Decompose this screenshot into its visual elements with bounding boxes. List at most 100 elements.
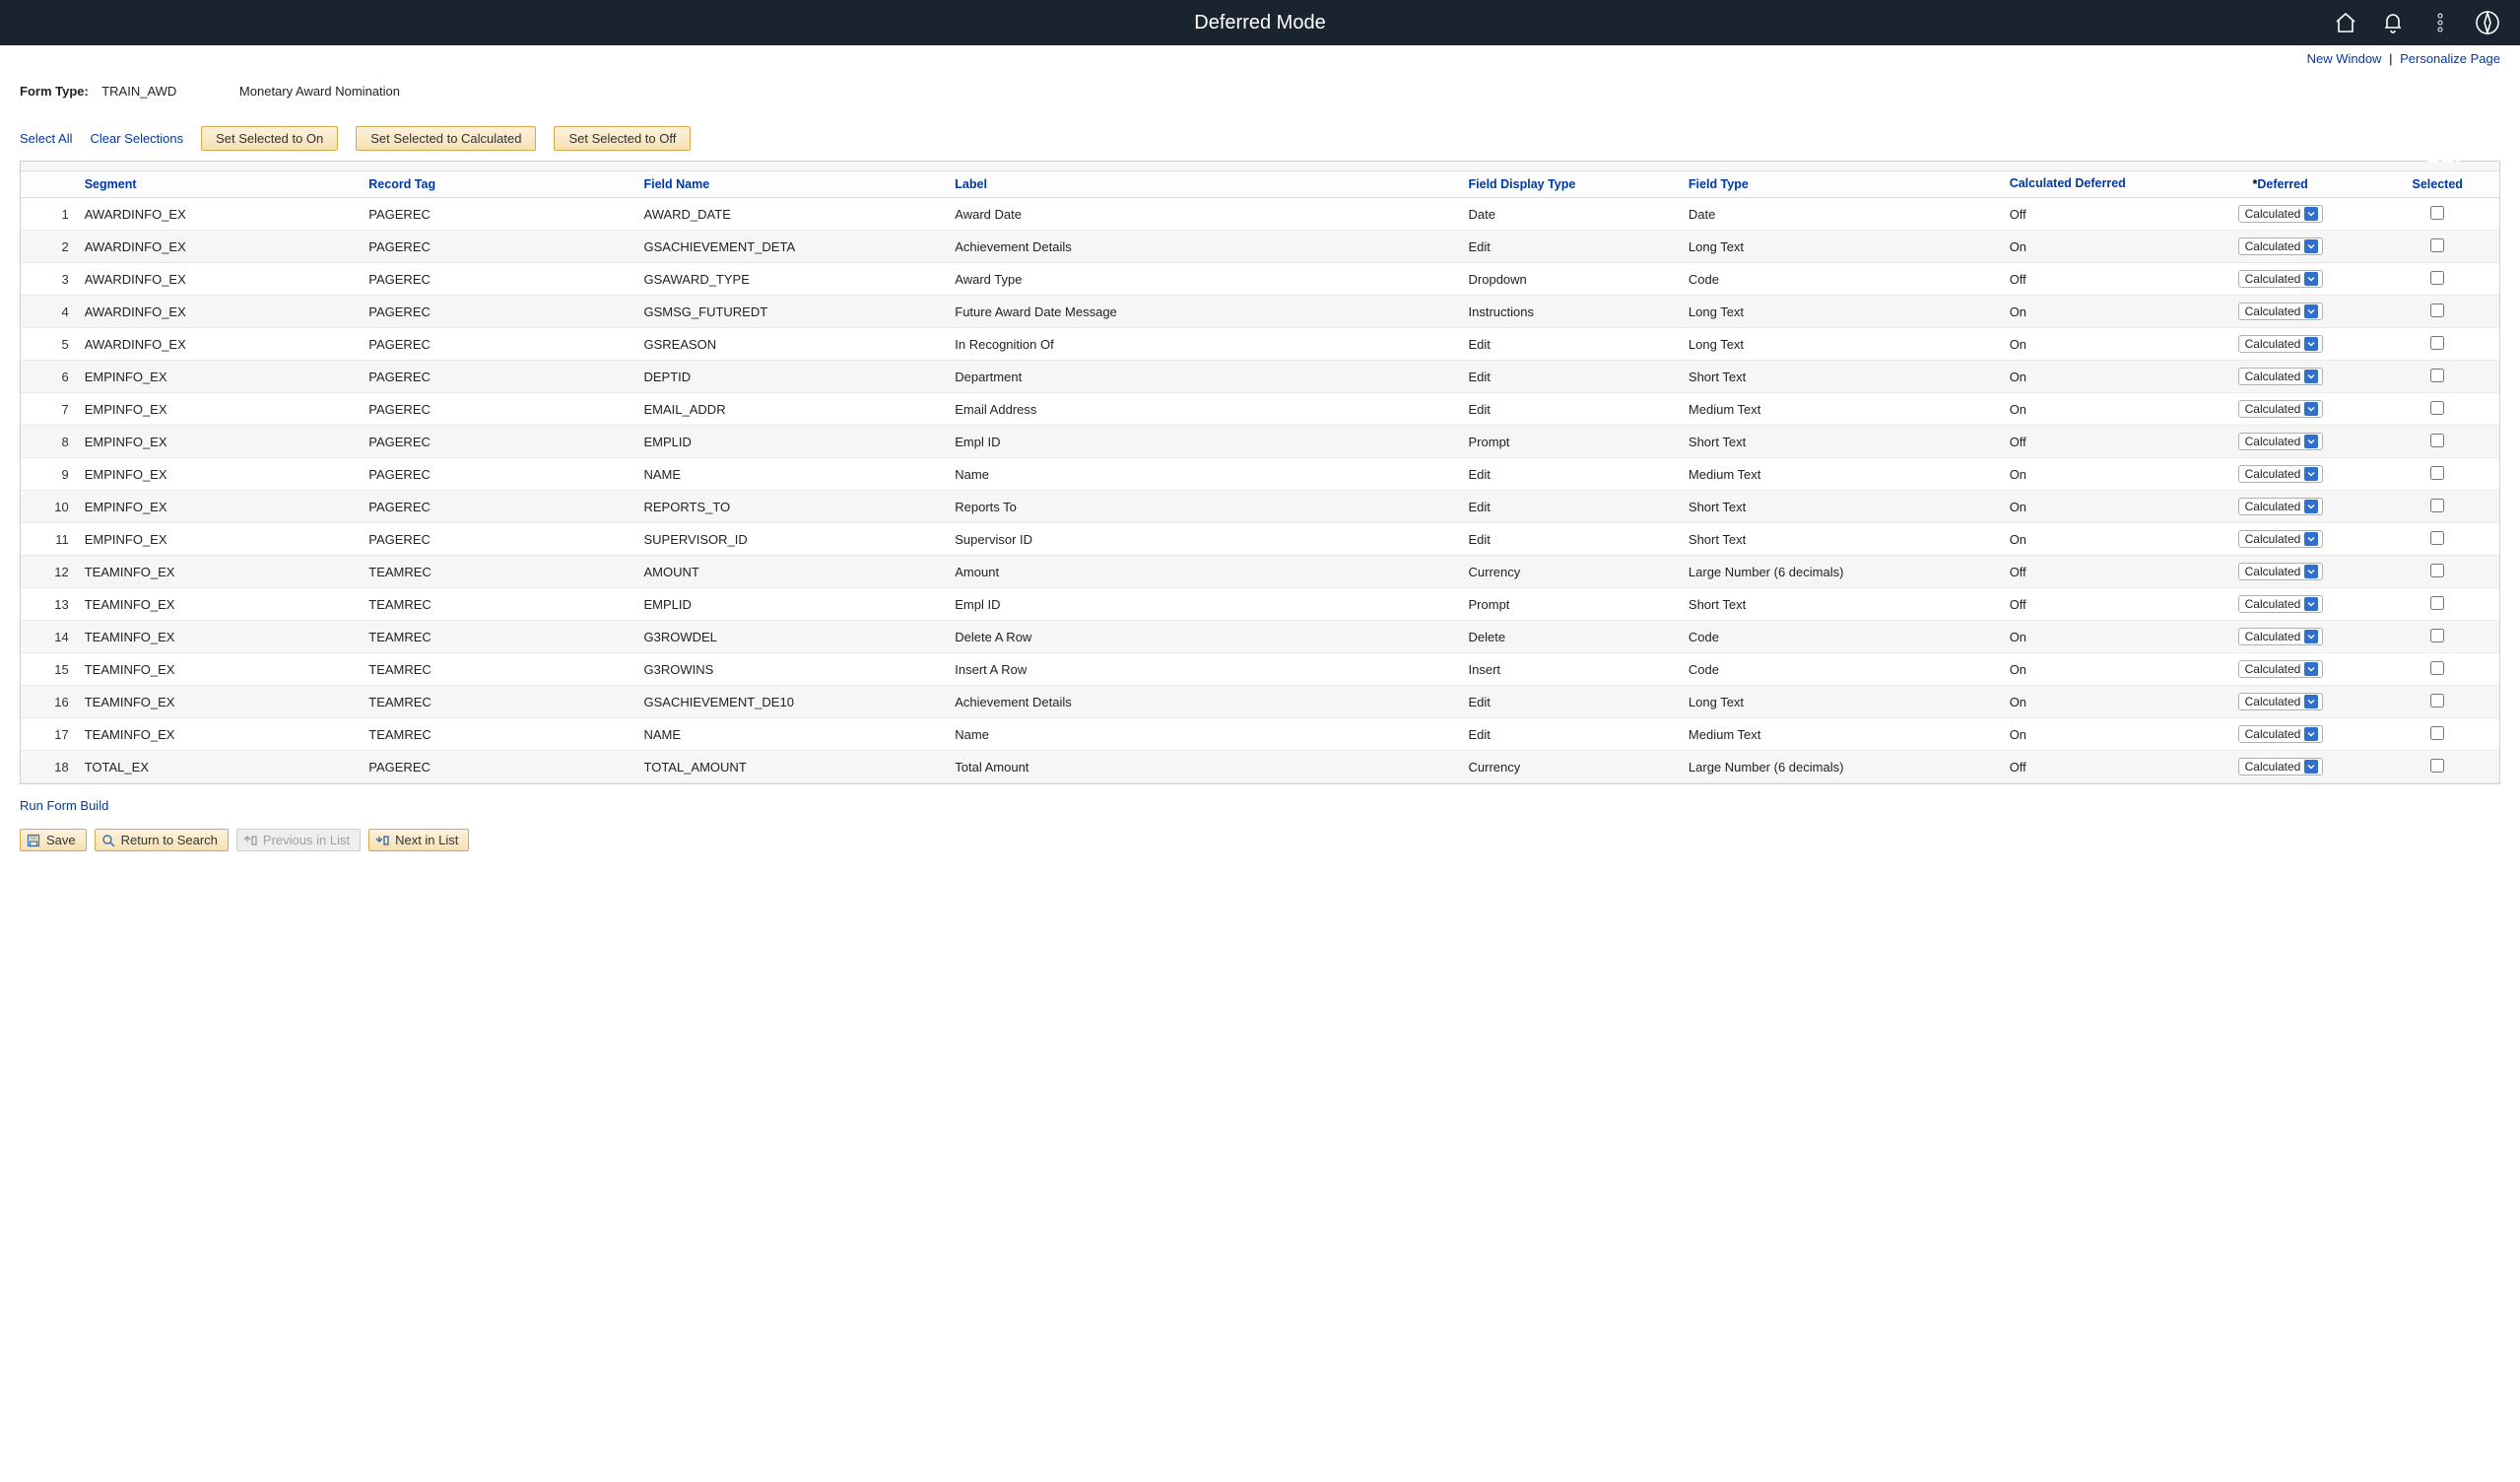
cell-segment: TEAMINFO_EX [77, 621, 362, 653]
cell-selected [2375, 491, 2499, 523]
deferred-select[interactable]: Calculated [2238, 270, 2323, 288]
select-all-link[interactable]: Select All [20, 131, 72, 146]
deferred-value: Calculated [2245, 630, 2301, 643]
cell-selected [2375, 231, 2499, 263]
deferred-select[interactable]: Calculated [2238, 660, 2323, 678]
deferred-value: Calculated [2245, 662, 2301, 676]
deferred-select[interactable]: Calculated [2238, 530, 2323, 548]
cell-field-name: G3ROWINS [636, 653, 948, 686]
cell-record-tag: PAGEREC [361, 491, 635, 523]
col-label[interactable]: Label [947, 171, 1460, 198]
selected-checkbox[interactable] [2430, 336, 2444, 350]
next-in-list-button[interactable]: Next in List [368, 829, 469, 851]
selected-checkbox[interactable] [2430, 401, 2444, 415]
table-row: 3AWARDINFO_EXPAGERECGSAWARD_TYPEAward Ty… [21, 263, 2499, 296]
sub-links: New Window | Personalize Page [0, 45, 2520, 66]
cell-display-type: Edit [1461, 328, 1681, 361]
deferred-select[interactable]: Calculated [2238, 400, 2323, 418]
selected-checkbox[interactable] [2430, 466, 2444, 480]
selected-checkbox[interactable] [2430, 499, 2444, 512]
table-row: 12TEAMINFO_EXTEAMRECAMOUNTAmountCurrency… [21, 556, 2499, 588]
selected-checkbox[interactable] [2430, 206, 2444, 220]
deferred-value: Calculated [2245, 435, 2301, 448]
deferred-select[interactable]: Calculated [2238, 693, 2323, 710]
col-field-type[interactable]: Field Type [1681, 171, 2002, 198]
chevron-down-icon [2304, 402, 2318, 416]
cell-calc-deferred: Off [2002, 263, 2185, 296]
return-to-search-button[interactable]: Return to Search [95, 829, 229, 851]
deferred-select[interactable]: Calculated [2238, 628, 2323, 645]
set-selected-on-button[interactable]: Set Selected to On [201, 126, 338, 151]
selected-checkbox[interactable] [2430, 564, 2444, 577]
col-display-type[interactable]: Field Display Type [1461, 171, 1681, 198]
col-record-tag[interactable]: Record Tag [361, 171, 635, 198]
deferred-select[interactable]: Calculated [2238, 205, 2323, 223]
deferred-select[interactable]: Calculated [2238, 498, 2323, 515]
save-button[interactable]: Save [20, 829, 87, 851]
col-deferred[interactable]: *Deferred [2185, 171, 2376, 198]
nav-icon[interactable] [2475, 10, 2500, 35]
cell-field-name: DEPTID [636, 361, 948, 393]
deferred-select[interactable]: Calculated [2238, 563, 2323, 580]
selected-checkbox[interactable] [2430, 759, 2444, 773]
cell-selected [2375, 718, 2499, 751]
set-selected-off-button[interactable]: Set Selected to Off [554, 126, 691, 151]
selected-checkbox[interactable] [2430, 434, 2444, 447]
selected-checkbox[interactable] [2430, 531, 2444, 545]
home-icon[interactable] [2333, 10, 2358, 35]
actions-menu-icon[interactable] [2427, 10, 2453, 35]
deferred-select[interactable]: Calculated [2238, 237, 2323, 255]
selected-checkbox[interactable] [2430, 369, 2444, 382]
notifications-icon[interactable] [2380, 10, 2406, 35]
deferred-value: Calculated [2245, 272, 2301, 286]
selected-checkbox[interactable] [2430, 303, 2444, 317]
grid-toolbar [21, 162, 2499, 171]
form-type-label: Form Type: [20, 84, 89, 99]
selected-checkbox[interactable] [2430, 271, 2444, 285]
run-form-build-link[interactable]: Run Form Build [20, 798, 108, 813]
new-window-link[interactable]: New Window [2307, 51, 2382, 66]
selected-checkbox[interactable] [2430, 661, 2444, 675]
cell-deferred: Calculated [2185, 393, 2376, 426]
cell-label: Award Date [947, 198, 1460, 231]
col-selected[interactable]: Selected [2375, 171, 2499, 198]
deferred-select[interactable]: Calculated [2238, 303, 2323, 320]
cell-calc-deferred: On [2002, 686, 2185, 718]
cell-segment: TEAMINFO_EX [77, 653, 362, 686]
arrow-down-icon [375, 834, 389, 847]
form-type-desc: Monetary Award Nomination [239, 84, 400, 99]
set-selected-calculated-button[interactable]: Set Selected to Calculated [356, 126, 536, 151]
row-number: 12 [21, 556, 77, 588]
clear-selections-link[interactable]: Clear Selections [90, 131, 183, 146]
deferred-select[interactable]: Calculated [2238, 335, 2323, 353]
form-header: Form Type: TRAIN_AWD Monetary Award Nomi… [20, 84, 2500, 99]
selected-checkbox[interactable] [2430, 596, 2444, 610]
deferred-select[interactable]: Calculated [2238, 368, 2323, 385]
personalize-page-link[interactable]: Personalize Page [2400, 51, 2500, 66]
chevron-down-icon [2304, 304, 2318, 318]
cell-selected [2375, 263, 2499, 296]
selected-checkbox[interactable] [2430, 629, 2444, 642]
col-segment[interactable]: Segment [77, 171, 362, 198]
cell-field-name: NAME [636, 718, 948, 751]
selected-checkbox[interactable] [2430, 726, 2444, 740]
chevron-down-icon [2304, 695, 2318, 708]
row-number: 11 [21, 523, 77, 556]
selected-checkbox[interactable] [2430, 238, 2444, 252]
col-field-name[interactable]: Field Name [636, 171, 948, 198]
cell-field-name: AWARD_DATE [636, 198, 948, 231]
selected-checkbox[interactable] [2430, 694, 2444, 707]
cell-label: Amount [947, 556, 1460, 588]
cell-label: Department [947, 361, 1460, 393]
col-calc-deferred[interactable]: Calculated Deferred [2002, 171, 2185, 198]
deferred-select[interactable]: Calculated [2238, 465, 2323, 483]
deferred-select[interactable]: Calculated [2238, 725, 2323, 743]
deferred-select[interactable]: Calculated [2238, 758, 2323, 775]
cell-display-type: Edit [1461, 393, 1681, 426]
cell-record-tag: PAGEREC [361, 328, 635, 361]
deferred-select[interactable]: Calculated [2238, 433, 2323, 450]
deferred-value: Calculated [2245, 695, 2301, 708]
deferred-select[interactable]: Calculated [2238, 595, 2323, 613]
deferred-value: Calculated [2245, 304, 2301, 318]
row-number: 16 [21, 686, 77, 718]
